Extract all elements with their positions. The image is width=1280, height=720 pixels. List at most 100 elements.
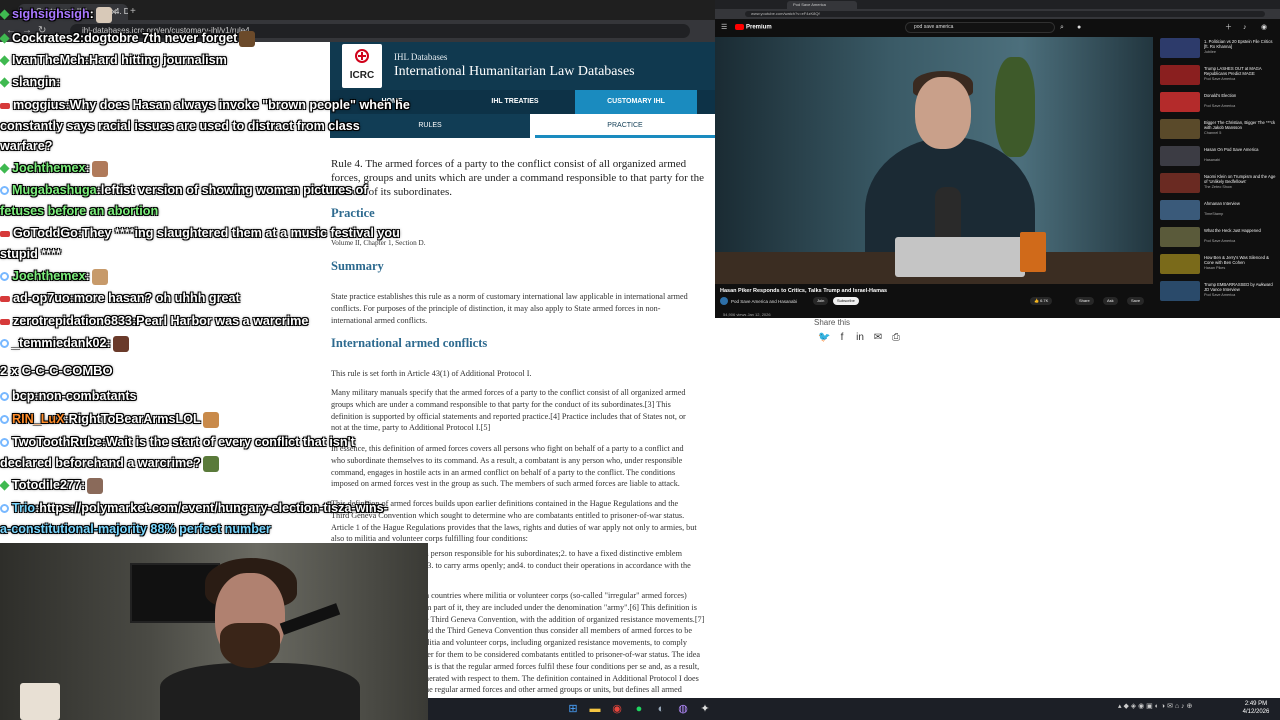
ask-button[interactable]: Ask [1103, 297, 1118, 305]
video-thumbnail[interactable] [1160, 146, 1200, 166]
nav-customary-ihl[interactable]: CUSTOMARY IHL [575, 90, 697, 114]
nav-ihl-treaties[interactable]: IHL TREATIES [470, 90, 560, 114]
recommended-channel[interactable]: Hasan Pikes [1204, 266, 1276, 270]
chat-username[interactable]: GoToddGo [13, 226, 78, 240]
recommended-title[interactable]: What the Heck Just Happened [1204, 228, 1276, 238]
subscriber-badge-icon [0, 163, 10, 174]
chat-username[interactable]: sighsighsigh [12, 7, 90, 21]
recommended-video[interactable]: 1. Politician vs 20 Epstein File Critics… [1160, 38, 1278, 60]
recommended-title[interactable]: Naomi Klein on Trumpism and the Age of '… [1204, 174, 1276, 184]
chat-username[interactable]: Trio [12, 501, 35, 515]
menu-icon[interactable]: ☰ [721, 23, 727, 33]
save-button[interactable]: Save [1127, 297, 1145, 305]
recommended-video[interactable]: Trump LASHES OUT at MAGA Republicans Pre… [1160, 65, 1278, 87]
recommended-video[interactable]: Donald's Election Pod Save America [1160, 92, 1278, 114]
video-thumbnail[interactable] [1160, 92, 1200, 112]
chat-username[interactable]: Totodile277 [12, 478, 81, 492]
avatar[interactable]: ◉ [1261, 23, 1267, 33]
chat-username[interactable]: Mugabashuga [12, 183, 97, 197]
channel-avatar[interactable] [720, 297, 728, 305]
clock[interactable]: 2:49 PM 4/12/2026 [1233, 700, 1279, 716]
twitter-icon[interactable]: 🐦 [818, 332, 830, 344]
bell-icon[interactable]: ♪ [1243, 23, 1247, 33]
share-button[interactable]: Share [1075, 297, 1094, 305]
recommended-title[interactable]: Hasan On Pod Save America [1204, 147, 1276, 157]
video-thumbnail[interactable] [1160, 65, 1200, 85]
video-thumbnail[interactable] [1160, 200, 1200, 220]
recommended-channel[interactable]: Pod Save America [1204, 239, 1276, 243]
chrome-icon[interactable]: ◉ [610, 702, 624, 716]
video-player[interactable] [715, 37, 1153, 284]
channel-name[interactable]: Pod Save America and Hasanabi [731, 299, 797, 304]
like-button[interactable]: 👍 6.7K [1030, 297, 1053, 305]
chat-username[interactable]: ad-op7uo [13, 291, 70, 305]
video-thumbnail[interactable] [1160, 227, 1200, 247]
recommended-video[interactable]: Ahmanan Interview TimeStamp [1160, 200, 1278, 222]
chat-text: : [85, 161, 90, 175]
recommended-channel[interactable]: Channel 5 [1204, 131, 1276, 135]
facebook-icon[interactable]: f [836, 332, 848, 344]
video-thumbnail[interactable] [1160, 254, 1200, 274]
chat-username[interactable]: IvanTheMeh [12, 53, 85, 67]
obs-icon[interactable]: ◍ [676, 702, 690, 716]
chat-username[interactable]: RIN_LuX [12, 412, 64, 426]
recommended-title[interactable]: Donald's Election [1204, 93, 1276, 103]
join-button[interactable]: Join [813, 297, 829, 305]
chat-username[interactable]: Cockrates2 [12, 31, 80, 45]
mail-icon[interactable]: ✉ [872, 332, 884, 344]
recommended-title[interactable]: Trump LASHES OUT at MAGA Republicans Pre… [1204, 66, 1276, 76]
recommended-title[interactable]: 1. Politician vs 20 Epstein File Critics… [1204, 39, 1276, 49]
recommended-title[interactable]: How Ben & Jerry's Was Silenced & Cone wi… [1204, 255, 1276, 265]
create-icon[interactable]: ＋ [1225, 23, 1232, 33]
steam-icon[interactable]: ◐ [654, 702, 668, 716]
chat-username[interactable]: zerotrepidation6833 [13, 314, 132, 328]
file-explorer-icon[interactable]: ▬ [588, 702, 602, 716]
chat-text: :more hasan? oh uhhh great [69, 291, 240, 305]
recommended-video[interactable]: Hasan On Pod Save America Hasanabi [1160, 146, 1278, 168]
chat-emote-icon [202, 411, 219, 428]
mic-icon[interactable]: ● [1077, 23, 1081, 33]
recommended-title[interactable]: Bigger The Christian, Bigger The ***ck w… [1204, 120, 1276, 130]
recommended-channel[interactable]: Pod Save America [1204, 77, 1276, 81]
chat-username[interactable]: TwoToothRube [12, 435, 102, 449]
recommended-title[interactable]: Trump EMBARRASSED by Awkward JD Vance In… [1204, 282, 1276, 292]
linkedin-icon[interactable]: in [854, 332, 866, 344]
recommended-video[interactable]: Trump EMBARRASSED by Awkward JD Vance In… [1160, 281, 1278, 303]
recommended-channel[interactable]: The Zeteo Show [1204, 185, 1276, 189]
recommended-video[interactable]: What the Heck Just Happened Pod Save Amer… [1160, 227, 1278, 249]
chat-username[interactable]: moggius [13, 98, 65, 112]
chat-username[interactable]: Joehthemex [12, 161, 86, 175]
recommended-channel[interactable]: Hasanabi [1204, 158, 1276, 162]
recommended-video[interactable]: Bigger The Christian, Bigger The ***ck w… [1160, 119, 1278, 141]
chat-username[interactable]: bcp [12, 389, 34, 403]
yt-search-input[interactable]: pod save america [905, 22, 1055, 33]
game-icon[interactable]: ✦ [698, 702, 712, 716]
recommended-title[interactable]: Ahmanan Interview [1204, 201, 1276, 211]
video-thumbnail[interactable] [1160, 281, 1200, 301]
recommended-video[interactable]: How Ben & Jerry's Was Silenced & Cone wi… [1160, 254, 1278, 276]
recommended-channel[interactable]: Pod Save America [1204, 293, 1276, 297]
recommended-channel[interactable]: Jubilee [1204, 50, 1276, 54]
yt-url-input[interactable]: www.youtube.com/watch?v=eF4zK8Qf [745, 11, 1265, 17]
chat-username[interactable]: slangin [12, 75, 56, 89]
video-thumbnail[interactable] [1160, 119, 1200, 139]
chat-message: a-constitutional-majority 88% perfect nu… [0, 519, 271, 540]
video-thumbnail[interactable] [1160, 173, 1200, 193]
recommended-video[interactable]: Naomi Klein on Trumpism and the Age of '… [1160, 173, 1278, 195]
youtube-logo[interactable]: Premium [735, 24, 772, 31]
chat-username[interactable]: _temmiedank02 [12, 336, 107, 350]
chat-message: zerotrepidation6833:Pearl Harbor was a w… [0, 311, 308, 332]
yt-tab[interactable]: Pod Save America [787, 1, 857, 9]
tab-practice[interactable]: PRACTICE [535, 114, 715, 138]
windows-icon[interactable]: ⊞ [566, 702, 580, 716]
video-thumbnail[interactable] [1160, 38, 1200, 58]
chat-username[interactable]: Joehthemex [12, 269, 86, 283]
print-icon[interactable]: ⎙ [890, 332, 902, 344]
recommended-channel[interactable]: Pod Save America [1204, 104, 1276, 108]
chat-text: :leftist version of showing women pictur… [96, 183, 368, 197]
spotify-icon[interactable]: ● [632, 702, 646, 716]
recommended-channel[interactable]: TimeStamp [1204, 212, 1276, 216]
search-icon[interactable]: ⌕ [1060, 23, 1064, 33]
tray-icons[interactable]: ▴ ◆ ◈ ◉ ▣ ◐ ◑ ✉ ⌂ ♪ ⊕ [1118, 702, 1192, 710]
subscribe-button[interactable]: Subscribe [833, 297, 859, 305]
